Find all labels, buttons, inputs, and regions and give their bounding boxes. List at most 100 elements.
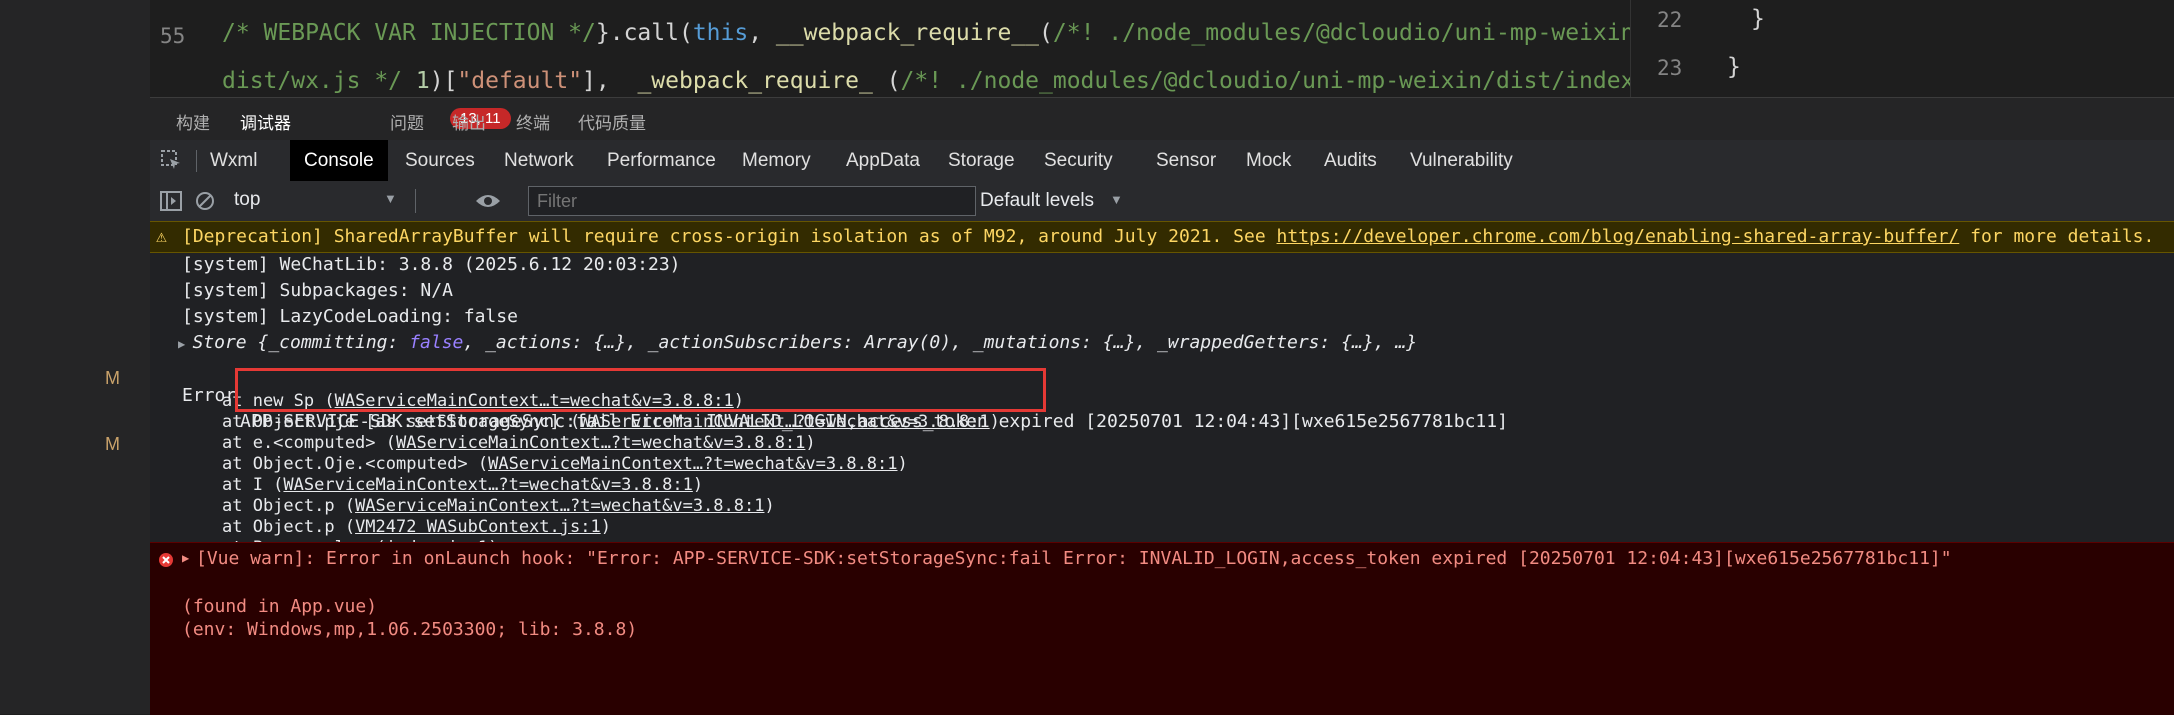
tab-performance[interactable]: Performance [607, 140, 716, 181]
context-selector[interactable]: top ▼ [230, 185, 400, 215]
warning-message-tail: for more details. [1959, 226, 2155, 247]
secondary-editor[interactable]: 22 23 } } [1630, 0, 2174, 97]
tab-appdata[interactable]: AppData [846, 140, 920, 181]
code-line[interactable]: /* WEBPACK VAR INJECTION */}.call(this, … [222, 20, 1630, 46]
tab-problems[interactable]: 问题 [390, 109, 424, 134]
stack-frame-tail: ) [600, 517, 611, 537]
stack-frame-link[interactable]: WAServiceMainContext…?t=wechat&v=3.8.8:1 [488, 454, 897, 474]
tab-build[interactable]: 构建 [176, 109, 210, 134]
stack-frame-text: at I ( [222, 475, 284, 495]
tab-sources[interactable]: Sources [405, 140, 475, 181]
code-comment: dist/wx.js */ [222, 68, 403, 94]
code-token: ( [872, 68, 901, 94]
console-output[interactable]: ⚠ [Deprecation] SharedArrayBuffer will r… [150, 221, 2174, 715]
line-number: 55 [160, 24, 186, 48]
code-string: "default" [457, 68, 583, 94]
stack-frame-tail: ) [897, 454, 908, 474]
tab-security[interactable]: Security [1044, 140, 1113, 181]
console-log-row[interactable]: [system] WeChatLib: 3.8.8 (2025.6.12 20:… [182, 252, 2174, 278]
object-label: Store { [192, 332, 269, 353]
stack-frame-link[interactable]: WAServiceMainContext…?t=wechat&v=3.8.8:1 [355, 496, 764, 516]
warning-link[interactable]: https://developer.chrome.com/blog/enabli… [1277, 226, 1960, 247]
devtools-tab-bar: Wxml Console Sources Network Performance… [150, 140, 2174, 182]
sidebar-toggle-icon[interactable] [160, 190, 182, 212]
warning-message: [Deprecation] SharedArrayBuffer will req… [182, 226, 1277, 247]
stack-frame-text: at e.<computed> ( [222, 433, 396, 453]
code-brace: } [1751, 6, 1765, 32]
console-error-group[interactable]: ▶ [Vue warn]: Error in onLaunch hook: "E… [150, 542, 2174, 715]
inspect-element-icon[interactable] [160, 149, 182, 171]
stack-frame-link[interactable]: WAServiceMainContext…?t=wechat&v=3.8.8:1 [580, 412, 989, 432]
clear-console-icon[interactable] [194, 190, 216, 212]
tab-audits[interactable]: Audits [1324, 140, 1377, 181]
tab-debugger[interactable]: 调试器 [240, 109, 291, 134]
vue-env-info: (env: Windows,mp,1.06.2503300; lib: 3.8.… [182, 619, 638, 640]
stack-frame-link[interactable]: WAServiceMainContext…?t=wechat&v=3.8.8:1 [396, 433, 805, 453]
console-warning-row[interactable]: ⚠ [Deprecation] SharedArrayBuffer will r… [150, 221, 2174, 253]
console-toolbar: top ▼ Default levels ▼ [150, 181, 2174, 222]
stack-frame[interactable]: at Object.p (WAServiceMainContext…?t=wec… [222, 496, 2174, 517]
code-token: }.call( [595, 20, 693, 46]
stack-frame[interactable]: at Object.Oje.<computed> (WAServiceMainC… [222, 454, 2174, 475]
stack-frame[interactable]: at Object.pje [as setStorageSync] (WASer… [222, 412, 2174, 433]
console-log-row[interactable]: [system] LazyCodeLoading: false [182, 304, 2174, 330]
stack-frame-link[interactable]: WAServiceMainContext…?t=wechat&v=3.8.8:1 [283, 475, 692, 495]
divider [196, 150, 197, 172]
tab-mock[interactable]: Mock [1246, 140, 1291, 181]
left-gutter: M M [0, 0, 150, 714]
tab-console[interactable]: Console [290, 140, 388, 181]
stack-frame[interactable]: at I (WAServiceMainContext…?t=wechat&v=3… [222, 475, 2174, 496]
tab-code-quality[interactable]: 代码质量 [578, 109, 646, 134]
code-function: _webpack_require_ [637, 68, 873, 94]
object-preview: _committing: [268, 332, 410, 353]
stack-frame-tail: ) [805, 433, 816, 453]
tab-terminal[interactable]: 终端 [516, 109, 550, 134]
vue-found-in: (found in App.vue) [182, 596, 378, 617]
tab-wxml[interactable]: Wxml [210, 140, 257, 181]
log-levels-label: Default levels [980, 190, 1095, 211]
object-preview-rest: , _actions: {…}, _actionSubscribers: Arr… [463, 332, 1418, 353]
stack-frame-text: at Object.p ( [222, 517, 356, 537]
code-function: __webpack_require__ [775, 20, 1040, 46]
highlight-annotation-box [235, 368, 1046, 412]
live-expression-eye-icon[interactable] [475, 191, 501, 211]
tab-storage[interactable]: Storage [948, 140, 1015, 181]
git-modified-marker: M [105, 434, 120, 454]
warning-icon: ⚠ [156, 226, 167, 247]
code-brace: } [1727, 54, 1741, 80]
stack-frame-link[interactable]: VM2472 WASubContext.js:1 [355, 517, 601, 537]
tab-sensor[interactable]: Sensor [1156, 140, 1216, 181]
divider [415, 189, 416, 213]
tab-memory[interactable]: Memory [742, 140, 811, 181]
code-keyword: this [692, 20, 749, 46]
code-token: , [748, 20, 776, 46]
code-token: ( [1039, 20, 1053, 46]
dropdown-arrow-icon: ▼ [1110, 192, 1123, 207]
line-number: 23 [1657, 56, 1683, 80]
stack-frame[interactable]: at e.<computed> (WAServiceMainContext…?t… [222, 433, 2174, 454]
console-filter-input[interactable] [528, 186, 976, 216]
code-line[interactable]: dist/wx.js */ 1)["default"], _webpack_re… [222, 68, 1630, 94]
code-number: 1 [402, 68, 430, 94]
stack-frame[interactable]: at Object.p (VM2472 WASubContext.js:1) [222, 517, 2174, 538]
expand-triangle-icon[interactable]: ▶ [182, 551, 189, 565]
tab-network[interactable]: Network [504, 140, 574, 181]
stack-frame-text: at Object.p ( [222, 496, 356, 516]
stack-frame-tail: ) [692, 475, 704, 495]
console-log-row[interactable]: [system] Subpackages: N/A [182, 278, 2174, 304]
expand-triangle-icon[interactable]: ▶ [178, 337, 192, 351]
object-value: false [409, 332, 464, 353]
panel-tab-bar: 构建 调试器 13, 11 问题 输出 终端 代码质量 [150, 97, 2174, 141]
code-editor[interactable]: 55 /* WEBPACK VAR INJECTION */}.call(thi… [150, 0, 1630, 97]
tab-vulnerability[interactable]: Vulnerability [1410, 140, 1513, 181]
console-object-row[interactable]: ▶ Store {_committing: false, _actions: {… [178, 330, 2174, 356]
stack-frame-tail: ) [764, 496, 775, 516]
dropdown-arrow-icon: ▼ [384, 191, 397, 206]
stack-frame-text: at Object.pje [as setStorageSync] ( [222, 412, 581, 432]
code-comment: /* WEBPACK VAR INJECTION */ [222, 20, 596, 46]
code-comment: /*! ./node_modules/@dcloudio/uni-mp-weix… [900, 68, 1630, 94]
code-comment: /*! ./node_modules/@dcloudio/uni-mp-weix… [1052, 20, 1630, 46]
log-levels-dropdown[interactable]: Default levels ▼ [980, 185, 1123, 215]
tab-output[interactable]: 输出 [452, 109, 486, 134]
code-token: ], [582, 68, 638, 94]
